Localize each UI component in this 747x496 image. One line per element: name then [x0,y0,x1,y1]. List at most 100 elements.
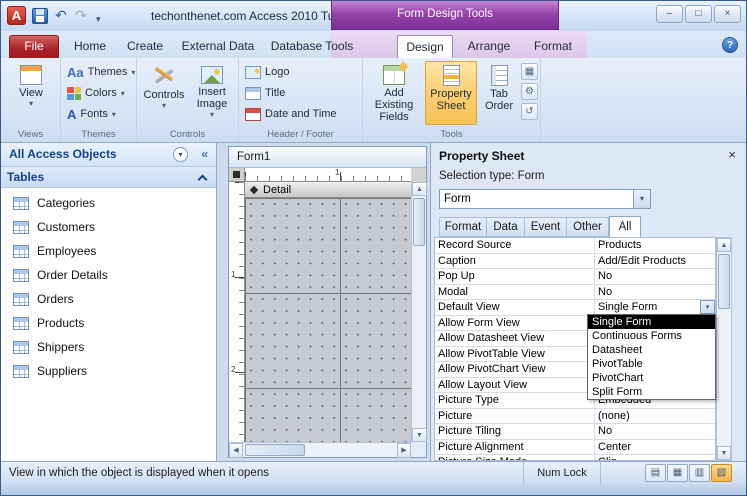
property-row: Caption Add/Edit Products [435,253,715,269]
table-item-categories[interactable]: Categories [1,191,216,215]
scroll-left-icon[interactable]: ◀ [229,443,243,458]
tab-home[interactable]: Home [65,35,115,58]
vertical-ruler[interactable]: 1 2 [229,182,245,442]
calendar-icon [245,107,261,121]
scrollbar-thumb[interactable] [718,254,730,309]
nav-menu-dropdown-icon[interactable]: ▾ [173,147,188,162]
dropdown-item-single-form[interactable]: Single Form [588,315,715,329]
layout-view-button[interactable]: ▥ [689,464,710,482]
tab-ps-data[interactable]: Data [487,217,525,237]
tab-create[interactable]: Create [119,35,171,58]
design-view-button[interactable]: ▧ [711,464,732,482]
dropdown-item-split-form[interactable]: Split Form [588,385,715,399]
qat-dropdown-icon[interactable]: ▾ [96,10,101,28]
access-app-icon[interactable]: A [7,6,26,25]
shutter-close-icon[interactable]: « [201,143,208,166]
scroll-right-icon[interactable]: ▶ [397,443,411,458]
property-row: Picture Alignment Center [435,439,715,455]
chevron-down-icon[interactable]: ▾ [633,190,650,208]
form-horizontal-scrollbar[interactable]: ◀ ▶ [229,442,411,458]
table-item-suppliers[interactable]: Suppliers [1,359,216,383]
tab-format[interactable]: Format [525,35,581,58]
form-selector-box[interactable] [229,168,245,182]
tab-design[interactable]: Design [397,35,453,58]
ribbon: View ▾ Views Aa Themes ▾ Colors ▾ A Font… [1,58,746,143]
scroll-up-icon[interactable]: ▲ [717,238,731,252]
scrollbar-thumb[interactable] [413,198,425,246]
tab-ps-event[interactable]: Event [525,217,567,237]
datasheet-view-button[interactable]: ▦ [667,464,688,482]
view-shortcut-buttons: ▤ ▦ ▥ ▧ [645,464,732,482]
fonts-button[interactable]: A Fonts ▾ [64,104,119,124]
main-area: All Access Objects ▾ « Tables Categories… [1,143,746,461]
view-code-button[interactable]: ▦ [521,63,538,80]
ribbon-tab-row: File Home Create External Data Database … [1,31,746,58]
convert-macros-button[interactable]: ⚙ [521,83,538,100]
extra-tool-button[interactable]: ↺ [521,103,538,120]
restore-button[interactable]: □ [685,5,712,23]
table-item-customers[interactable]: Customers [1,215,216,239]
property-grid-scrollbar[interactable]: ▲ ▼ [716,237,732,461]
form-vertical-scrollbar[interactable]: ▲ ▼ [411,182,427,442]
tab-order-icon [490,65,508,86]
themes-button[interactable]: Aa Themes ▾ [64,62,138,82]
colors-button[interactable]: Colors ▾ [64,83,128,103]
group-label-header-footer: Header / Footer [267,129,334,140]
tab-external-data[interactable]: External Data [175,35,261,58]
add-existing-fields-button[interactable]: Add Existing Fields [365,61,423,125]
horizontal-ruler[interactable]: 1 [245,168,411,182]
dropdown-item-datasheet[interactable]: Datasheet [588,343,715,357]
scroll-down-icon[interactable]: ▼ [717,446,731,460]
insert-image-button[interactable]: Insert Image ▾ [189,61,235,125]
tab-ps-all[interactable]: All [609,216,641,237]
form-view-icon: ▤ [650,467,661,478]
tab-database-tools[interactable]: Database Tools [265,35,359,58]
close-button[interactable]: × [714,5,741,23]
close-icon[interactable]: × [728,147,736,162]
chevron-down-icon: ▾ [209,110,214,119]
scroll-up-icon[interactable]: ▲ [412,182,427,196]
nav-table-list: Categories Customers Employees Order Det… [1,191,216,461]
property-sheet-panel: Property Sheet × Selection type: Form Fo… [430,143,746,461]
nav-pane-header[interactable]: All Access Objects ▾ « [1,143,216,167]
status-bar: View in which the object is displayed wh… [1,461,746,484]
design-grid[interactable] [245,198,411,442]
property-sheet-tabs: Format Data Event Other All [439,216,641,237]
tab-order-button[interactable]: Tab Order [479,61,519,125]
property-sheet-icon [442,65,460,86]
dropdown-item-pivotchart[interactable]: PivotChart [588,371,715,385]
table-item-products[interactable]: Products [1,311,216,335]
table-item-employees[interactable]: Employees [1,239,216,263]
default-view-dropdown-button[interactable]: ▾ [700,300,715,314]
undo-icon[interactable]: ↶ [55,6,67,24]
section-icon [249,185,259,194]
dropdown-item-continuous-forms[interactable]: Continuous Forms [588,329,715,343]
logo-button[interactable]: Logo [242,62,292,82]
fonts-icon: A [67,106,77,122]
minimize-button[interactable]: – [656,5,683,23]
table-item-shippers[interactable]: Shippers [1,335,216,359]
help-icon[interactable]: ? [722,37,738,53]
save-icon[interactable] [32,8,48,24]
tab-arrange[interactable]: Arrange [459,35,519,58]
selection-combo[interactable]: Form ▾ [439,189,651,209]
form-view-button[interactable]: ▤ [645,464,666,482]
property-sheet-button[interactable]: Property Sheet [425,61,477,125]
tab-ps-other[interactable]: Other [567,217,609,237]
scrollbar-thumb[interactable] [245,444,305,456]
table-item-order-details[interactable]: Order Details [1,263,216,287]
nav-section-tables[interactable]: Tables [1,167,216,188]
dropdown-item-pivottable[interactable]: PivotTable [588,357,715,371]
form-window-title[interactable]: Form1 [229,147,426,168]
title-button[interactable]: Title [242,83,288,103]
window-frame-bottom [1,484,746,495]
table-item-orders[interactable]: Orders [1,287,216,311]
scrollbar-corner [411,442,426,457]
tab-ps-format[interactable]: Format [439,217,487,237]
view-button[interactable]: View ▾ [6,61,56,125]
scroll-down-icon[interactable]: ▼ [412,428,427,442]
tab-file[interactable]: File [9,35,59,58]
detail-section-bar[interactable]: Detail [245,182,411,198]
date-time-button[interactable]: Date and Time [242,104,340,124]
controls-button[interactable]: Controls ▾ [141,61,187,125]
